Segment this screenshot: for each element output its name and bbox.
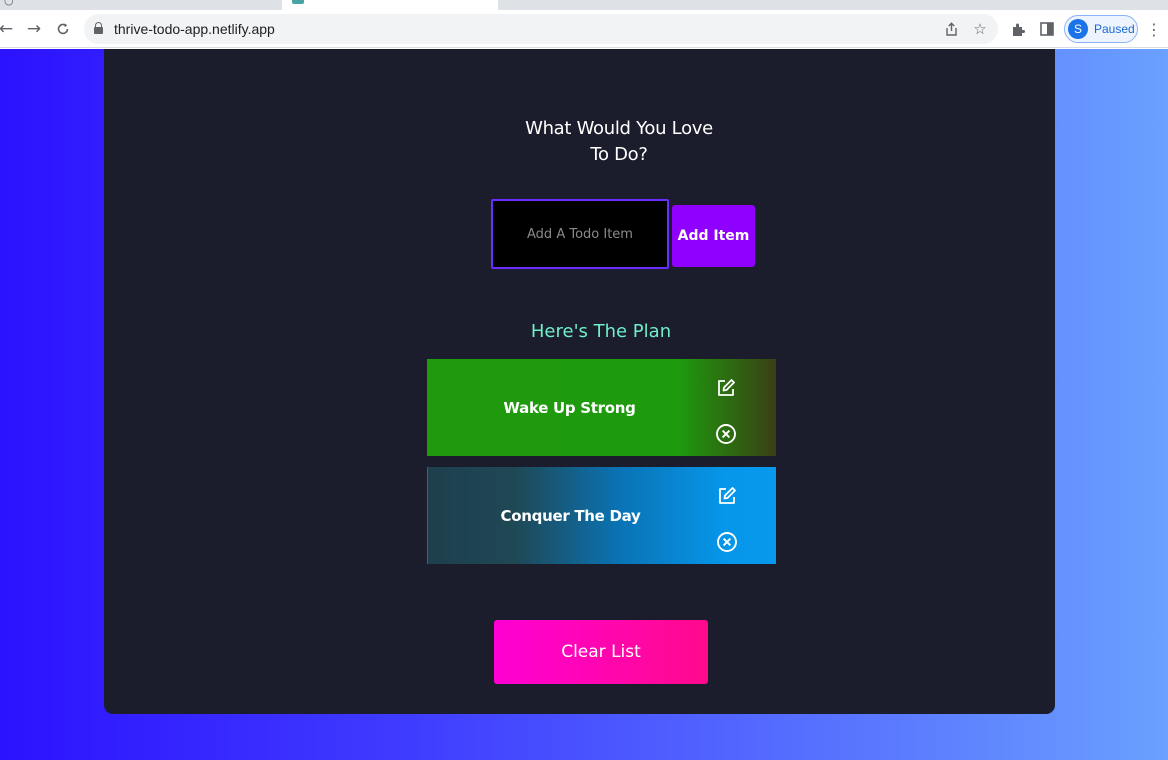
forward-arrow-icon[interactable]: →: [22, 17, 46, 41]
share-icon[interactable]: [941, 19, 961, 39]
edit-icon[interactable]: [716, 485, 738, 507]
avatar: S: [1068, 19, 1088, 39]
page-viewport: What Would You Love To Do? Add Item Here…: [0, 49, 1168, 760]
clear-list-button[interactable]: Clear List: [494, 620, 708, 684]
todo-item: Wake Up Strong: [427, 359, 776, 456]
tab-strip: ○: [0, 0, 1168, 10]
reload-icon[interactable]: [51, 17, 75, 41]
more-menu-icon[interactable]: ⋮: [1143, 18, 1165, 40]
side-panel-icon[interactable]: [1036, 18, 1058, 40]
bookmark-star-icon[interactable]: ☆: [970, 19, 990, 39]
browser-toolbar: ← → thrive-todo-app.netlify.app ☆ S Paus…: [0, 10, 1168, 48]
edit-icon[interactable]: [715, 377, 737, 399]
tab-favicon-icon: [292, 0, 304, 4]
profile-button[interactable]: S Paused: [1064, 15, 1138, 43]
url-text[interactable]: thrive-todo-app.netlify.app: [114, 21, 275, 37]
active-tab[interactable]: [282, 0, 498, 10]
todo-item: Conquer The Day: [427, 467, 776, 564]
delete-circle-x-icon[interactable]: [715, 530, 739, 554]
add-item-button[interactable]: Add Item: [672, 205, 755, 267]
todo-input[interactable]: [491, 199, 669, 269]
lock-icon[interactable]: [94, 22, 103, 34]
todo-item-text: Wake Up Strong: [503, 398, 636, 417]
extensions-puzzle-icon[interactable]: [1007, 18, 1029, 40]
back-arrow-icon[interactable]: ←: [0, 17, 18, 41]
profile-status: Paused: [1094, 22, 1135, 36]
delete-circle-x-icon[interactable]: [714, 422, 738, 446]
todo-item-text: Conquer The Day: [500, 506, 641, 525]
list-title: Here's The Plan: [530, 321, 672, 342]
address-bar[interactable]: thrive-todo-app.netlify.app ☆: [84, 14, 998, 44]
page-heading: What Would You Love To Do?: [525, 118, 713, 165]
tab-close-icon[interactable]: ○: [4, 0, 14, 7]
todo-card: What Would You Love To Do? Add Item Here…: [104, 49, 1055, 714]
